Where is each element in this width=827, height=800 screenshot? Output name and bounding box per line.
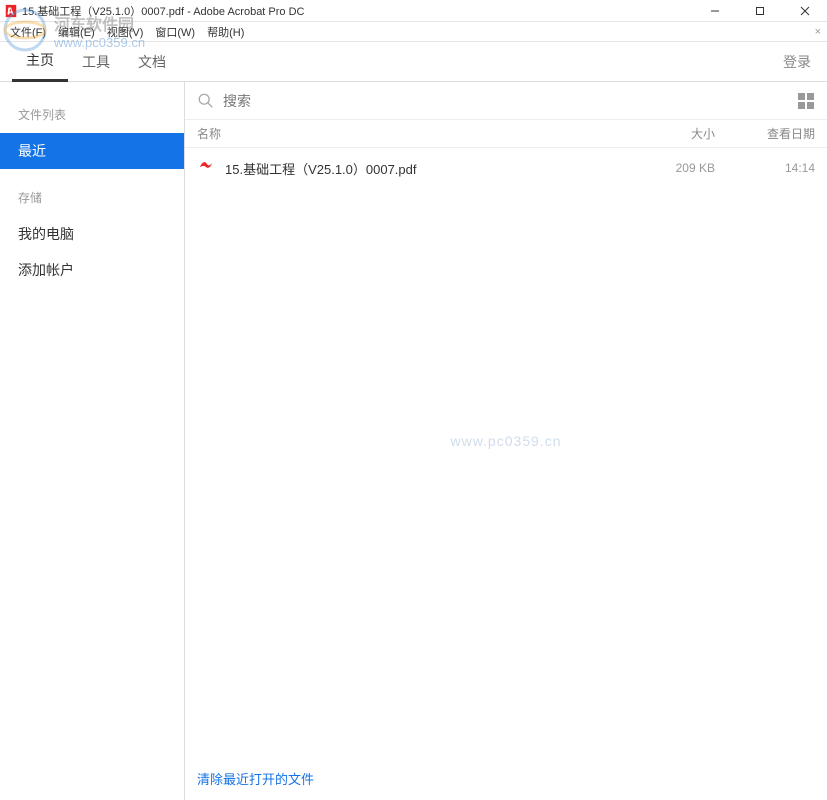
file-name: 15.基础工程（V25.1.0）0007.pdf — [225, 159, 605, 178]
search-input[interactable] — [223, 93, 797, 109]
grid-view-icon[interactable] — [797, 92, 815, 110]
tab-home[interactable]: 主页 — [12, 42, 68, 82]
tab-document[interactable]: 文档 — [124, 42, 180, 82]
clear-recent-link[interactable]: 清除最近打开的文件 — [197, 769, 314, 788]
file-size: 209 KB — [605, 161, 715, 175]
column-date-header[interactable]: 查看日期 — [715, 125, 815, 142]
menu-window[interactable]: 窗口(W) — [149, 24, 201, 40]
file-row[interactable]: 15.基础工程（V25.1.0）0007.pdf 209 KB 14:14 — [185, 148, 827, 188]
watermark-center: www.pc0359.cn — [450, 433, 561, 449]
menu-edit[interactable]: 编辑(E) — [52, 24, 101, 40]
close-button[interactable] — [782, 0, 827, 22]
sidebar-header-storage: 存储 — [0, 183, 184, 216]
app-icon — [4, 4, 18, 18]
tab-tools[interactable]: 工具 — [68, 42, 124, 82]
document-close-icon[interactable]: × — [815, 26, 821, 38]
sidebar-item-recent[interactable]: 最近 — [0, 133, 184, 169]
menu-view[interactable]: 视图(V) — [101, 24, 150, 40]
login-link[interactable]: 登录 — [783, 52, 811, 72]
menu-help[interactable]: 帮助(H) — [201, 24, 250, 40]
sidebar-item-addaccount[interactable]: 添加帐户 — [0, 252, 184, 288]
search-icon — [197, 92, 215, 110]
sidebar-header-filelist: 文件列表 — [0, 100, 184, 133]
file-date: 14:14 — [715, 161, 815, 175]
maximize-button[interactable] — [737, 0, 782, 22]
pdf-icon — [197, 159, 215, 177]
column-size-header[interactable]: 大小 — [605, 125, 715, 142]
minimize-button[interactable] — [692, 0, 737, 22]
column-name-header[interactable]: 名称 — [197, 125, 605, 142]
window-title: 15.基础工程（V25.1.0）0007.pdf - Adobe Acrobat… — [22, 3, 692, 19]
menu-file[interactable]: 文件(F) — [4, 24, 52, 40]
sidebar-item-mycomputer[interactable]: 我的电脑 — [0, 216, 184, 252]
